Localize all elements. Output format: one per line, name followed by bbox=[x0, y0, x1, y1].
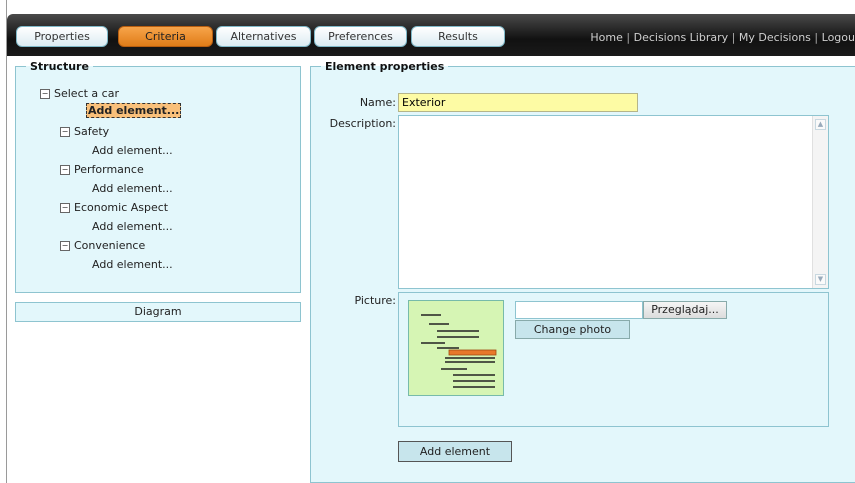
element-properties-legend: Element properties bbox=[325, 60, 445, 73]
add-element-link[interactable]: Add element... bbox=[92, 144, 173, 157]
picture-label: Picture: bbox=[354, 294, 396, 307]
tree-add-element-performance[interactable]: Add element... bbox=[92, 182, 173, 195]
picture-panel: Przeglądaj... Change photo bbox=[398, 292, 829, 427]
hierarchy-diagram-icon bbox=[421, 314, 497, 388]
link-my-decisions[interactable]: My Decisions bbox=[739, 31, 811, 44]
collapse-toggle-icon[interactable]: − bbox=[60, 241, 70, 251]
collapse-toggle-icon[interactable]: − bbox=[40, 89, 50, 99]
collapse-toggle-icon[interactable]: − bbox=[60, 127, 70, 137]
picture-thumbnail bbox=[408, 300, 504, 396]
file-path-input[interactable] bbox=[515, 301, 643, 319]
collapse-toggle-icon[interactable]: − bbox=[60, 165, 70, 175]
tree-node-performance[interactable]: − Performance bbox=[60, 163, 144, 176]
link-home[interactable]: Home bbox=[590, 31, 622, 44]
top-navigation-bar: Properties Criteria Alternatives Prefere… bbox=[7, 14, 855, 56]
link-separator: | bbox=[626, 31, 631, 44]
tree-node-safety[interactable]: − Safety bbox=[60, 125, 109, 138]
link-separator: | bbox=[814, 31, 819, 44]
tree-node-convenience[interactable]: − Convenience bbox=[60, 239, 145, 252]
scroll-up-arrow-icon[interactable]: ▲ bbox=[815, 119, 826, 130]
description-label: Description: bbox=[329, 117, 396, 130]
browse-button[interactable]: Przeglądaj... bbox=[643, 301, 727, 319]
structure-legend: Structure bbox=[30, 60, 89, 73]
name-label: Name: bbox=[359, 96, 396, 109]
add-element-link[interactable]: Add element... bbox=[86, 103, 182, 118]
description-scrollbar[interactable]: ▲ ▼ bbox=[812, 116, 828, 288]
tab-alternatives[interactable]: Alternatives bbox=[216, 26, 311, 47]
description-textarea[interactable]: ▲ ▼ bbox=[398, 115, 829, 289]
tab-preferences[interactable]: Preferences bbox=[314, 26, 407, 47]
change-photo-button[interactable]: Change photo bbox=[515, 320, 630, 339]
tree-node-label: Economic Aspect bbox=[74, 201, 169, 214]
tree-node-economic-aspect[interactable]: − Economic Aspect bbox=[60, 201, 168, 214]
tree-node-label: Safety bbox=[74, 125, 110, 138]
tree-node-root[interactable]: − Select a car bbox=[40, 87, 119, 100]
tab-properties[interactable]: Properties bbox=[16, 26, 108, 47]
tree-add-element-convenience[interactable]: Add element... bbox=[92, 258, 173, 271]
tree-add-element-root[interactable]: Add element... bbox=[86, 103, 182, 118]
tree-node-label: Convenience bbox=[74, 239, 146, 252]
tab-criteria[interactable]: Criteria bbox=[118, 26, 213, 47]
tab-results[interactable]: Results bbox=[411, 26, 505, 47]
link-decisions-library[interactable]: Decisions Library bbox=[634, 31, 729, 44]
link-logout[interactable]: Logou bbox=[822, 31, 855, 44]
tree-add-element-economic-aspect[interactable]: Add element... bbox=[92, 220, 173, 233]
tree-node-label: Select a car bbox=[54, 87, 119, 100]
add-element-link[interactable]: Add element... bbox=[92, 182, 173, 195]
diagram-button[interactable]: Diagram bbox=[15, 302, 301, 322]
header-links: Home | Decisions Library | My Decisions … bbox=[590, 31, 855, 44]
add-element-button[interactable]: Add element bbox=[398, 441, 512, 462]
collapse-toggle-icon[interactable]: − bbox=[60, 203, 70, 213]
window-edge bbox=[6, 0, 7, 483]
tree-node-label: Performance bbox=[74, 163, 144, 176]
scroll-down-arrow-icon[interactable]: ▼ bbox=[815, 274, 826, 285]
tree-add-element-safety[interactable]: Add element... bbox=[92, 144, 173, 157]
add-element-link[interactable]: Add element... bbox=[92, 220, 173, 233]
link-separator: | bbox=[731, 31, 736, 44]
name-field[interactable] bbox=[398, 93, 638, 112]
add-element-link[interactable]: Add element... bbox=[92, 258, 173, 271]
